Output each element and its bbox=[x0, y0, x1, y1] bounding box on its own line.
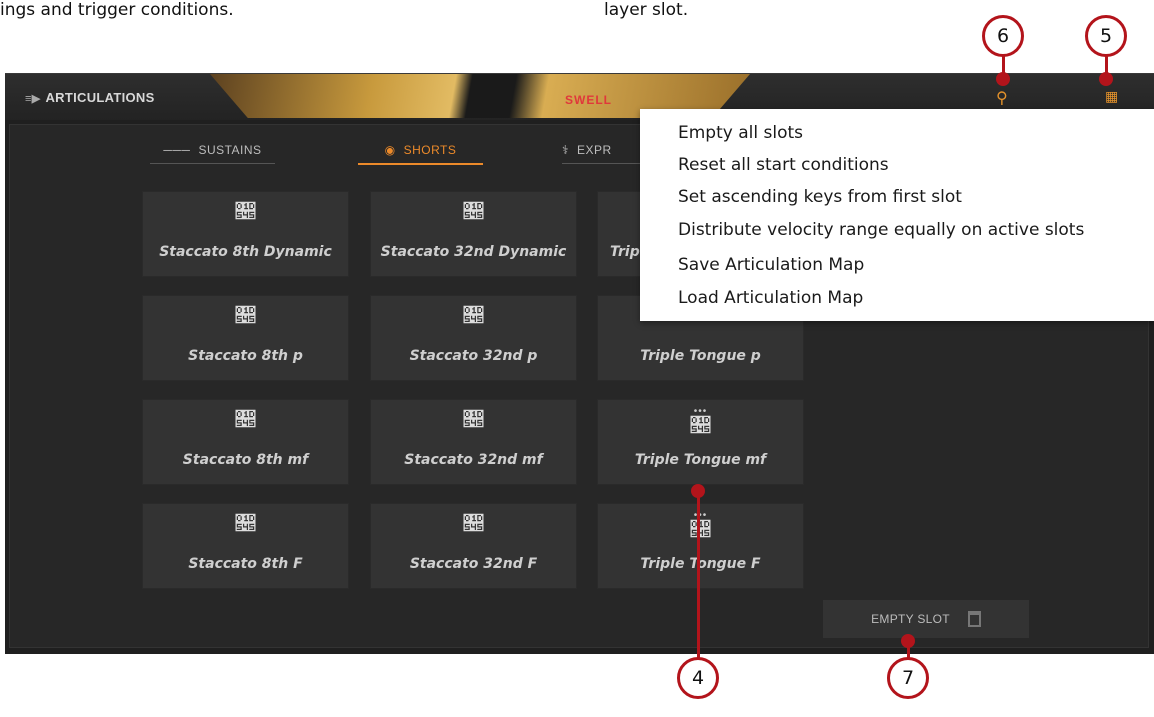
triple-tongue-note-icon: 𝕅 bbox=[690, 415, 711, 437]
callout-7: 7 bbox=[887, 657, 929, 699]
context-menu: Empty all slots Reset all start conditio… bbox=[640, 109, 1154, 321]
swell-label: SWELL bbox=[565, 93, 612, 107]
slot-label: Triple Tongue mf bbox=[634, 452, 767, 468]
callout-6-dot bbox=[996, 72, 1010, 86]
trash-icon bbox=[967, 611, 981, 627]
staccato-note-icon: 𝕅 bbox=[463, 513, 484, 535]
tab-shorts-label: SHORTS bbox=[403, 143, 457, 157]
tab-expressions[interactable]: ⚕ EXPR bbox=[562, 137, 642, 164]
search-icon[interactable]: ⚲ bbox=[996, 88, 1008, 108]
slot-label: Staccato 32nd mf bbox=[404, 452, 543, 468]
staccato-note-icon: 𝕅 bbox=[235, 201, 256, 223]
slot-tile[interactable]: 𝕅 Staccato 32nd F bbox=[370, 503, 577, 589]
grid-menu-icon[interactable]: ▦ bbox=[1105, 88, 1118, 105]
tab-shorts[interactable]: ◉ SHORTS bbox=[358, 137, 483, 165]
staccato-note-icon: 𝕅 bbox=[463, 305, 484, 327]
staccato-note-icon: 𝕅 bbox=[235, 409, 256, 431]
slot-tile[interactable]: 𝕅 Staccato 8th Dynamic bbox=[142, 191, 349, 277]
slot-tile[interactable]: 𝕅 Staccato 8th p bbox=[142, 295, 349, 381]
slot-tile[interactable]: 𝕅 Staccato 8th mf bbox=[142, 399, 349, 485]
menu-item-set-ascending-keys[interactable]: Set ascending keys from first slot bbox=[678, 187, 962, 207]
caption-right: layer slot. bbox=[604, 0, 689, 20]
slot-tile[interactable]: ••• 𝕅 Triple Tongue F bbox=[597, 503, 804, 589]
conductor-icon: ⚕ bbox=[562, 143, 569, 157]
tab-expressions-label: EXPR bbox=[577, 143, 612, 157]
slot-label: Triple Tongue p bbox=[640, 348, 761, 364]
slot-label: Staccato 8th Dynamic bbox=[159, 244, 332, 260]
callout-5-dot bbox=[1099, 72, 1113, 86]
slot-tile[interactable]: 𝕅 Staccato 8th F bbox=[142, 503, 349, 589]
callout-4: 4 bbox=[677, 657, 719, 699]
callout-4-leader bbox=[697, 492, 700, 660]
sustains-icon: ─── bbox=[163, 143, 191, 157]
slot-label: Staccato 8th p bbox=[188, 348, 303, 364]
menu-item-reset-start-conditions[interactable]: Reset all start conditions bbox=[678, 155, 889, 175]
empty-slot-label: EMPTY SLOT bbox=[871, 612, 950, 626]
staccato-note-icon: 𝕅 bbox=[235, 305, 256, 327]
slot-tile[interactable]: 𝕅 Staccato 32nd mf bbox=[370, 399, 577, 485]
callout-6: 6 bbox=[982, 15, 1024, 57]
slot-tile[interactable]: 𝕅 Staccato 32nd p bbox=[370, 295, 577, 381]
slot-label: Staccato 8th F bbox=[188, 556, 303, 572]
menu-item-empty-all-slots[interactable]: Empty all slots bbox=[678, 123, 803, 143]
slot-label: Triple Tongue F bbox=[640, 556, 761, 572]
menu-item-distribute-velocity[interactable]: Distribute velocity range equally on act… bbox=[678, 220, 1084, 240]
tab-sustains-label: SUSTAINS bbox=[198, 143, 262, 157]
slot-tile[interactable]: 𝕅 Staccato 32nd Dynamic bbox=[370, 191, 577, 277]
staccato-note-icon: 𝕅 bbox=[463, 409, 484, 431]
triple-tongue-note-icon: 𝕅 bbox=[690, 519, 711, 541]
slot-label: Staccato 32nd F bbox=[409, 556, 538, 572]
callout-7-dot bbox=[901, 634, 915, 648]
staccato-note-icon: 𝕅 bbox=[463, 201, 484, 223]
menu-item-load-articulation-map[interactable]: Load Articulation Map bbox=[678, 288, 863, 308]
expand-icon: ≡▶ bbox=[25, 93, 41, 105]
caption-left: ings and trigger conditions. bbox=[0, 0, 234, 20]
menu-item-save-articulation-map[interactable]: Save Articulation Map bbox=[678, 255, 864, 275]
staccato-note-icon: 𝕅 bbox=[235, 513, 256, 535]
slot-label: Staccato 32nd Dynamic bbox=[380, 244, 567, 260]
callout-5: 5 bbox=[1085, 15, 1127, 57]
callout-4-dot bbox=[691, 484, 705, 498]
slot-label: Staccato 8th mf bbox=[182, 452, 309, 468]
slot-tile[interactable]: ••• 𝕅 Triple Tongue mf bbox=[597, 399, 804, 485]
radio-target-icon: ◉ bbox=[384, 143, 396, 157]
empty-slot-button[interactable]: EMPTY SLOT bbox=[823, 600, 1029, 638]
articulations-title[interactable]: ≡▶ ARTICULATIONS bbox=[25, 90, 155, 105]
articulations-title-label: ARTICULATIONS bbox=[45, 90, 155, 105]
slot-label: Staccato 32nd p bbox=[409, 348, 538, 364]
tab-sustains[interactable]: ─── SUSTAINS bbox=[150, 137, 275, 164]
